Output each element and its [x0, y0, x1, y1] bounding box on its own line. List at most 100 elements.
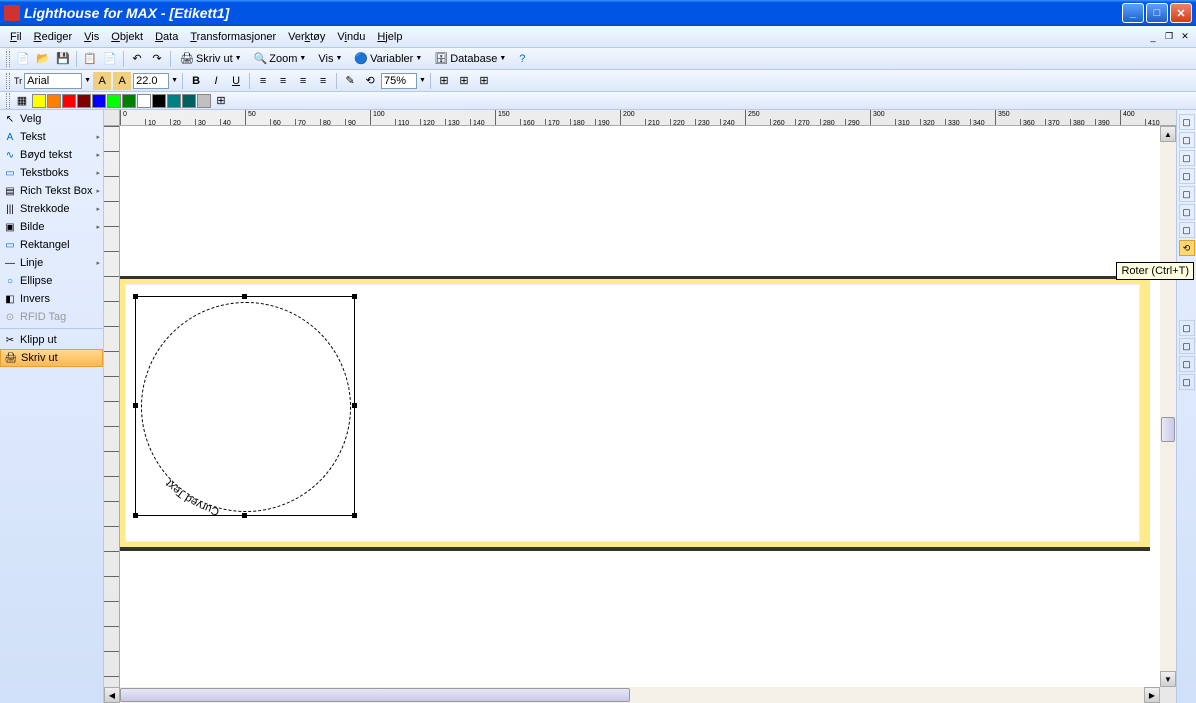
color-green[interactable]	[107, 94, 121, 108]
color-darkgreen[interactable]	[122, 94, 136, 108]
color-orange[interactable]	[47, 94, 61, 108]
menu-objekt[interactable]: Objekt	[105, 29, 149, 45]
tool-print[interactable]: 🖨Skriv ut	[0, 349, 103, 367]
menu-verktoy[interactable]: Verktøy	[282, 29, 331, 45]
underline-button[interactable]: U	[227, 72, 245, 90]
dock-btn-12[interactable]: ▢	[1179, 374, 1195, 390]
dock-btn-6[interactable]: ▢	[1179, 204, 1195, 220]
color-blue[interactable]	[92, 94, 106, 108]
dock-btn-9[interactable]: ▢	[1179, 320, 1195, 336]
menu-vis[interactable]: Vis	[78, 29, 105, 45]
zoom-pct-input[interactable]	[381, 73, 417, 89]
maximize-button[interactable]: □	[1146, 3, 1168, 23]
zoom-dropdown[interactable]: 🔍 Zoom ▼	[249, 50, 312, 67]
align-left-button[interactable]: ≡	[254, 72, 272, 90]
color-teal[interactable]	[167, 94, 181, 108]
tool-image[interactable]: ▣Bilde▸	[0, 218, 103, 236]
color-dteal[interactable]	[182, 94, 196, 108]
new-button[interactable]: 📄	[14, 50, 32, 68]
tool-b-button[interactable]: ⟲	[361, 72, 379, 90]
dropdown-icon[interactable]: ▼	[84, 77, 91, 84]
close-button[interactable]: ✕	[1170, 3, 1192, 23]
dock-btn-10[interactable]: ▢	[1179, 338, 1195, 354]
tool-text[interactable]: ATekst▸	[0, 128, 103, 146]
dropdown-icon[interactable]: ▼	[171, 77, 178, 84]
menu-fil[interactable]: Fil	[4, 29, 28, 45]
tool-barcode[interactable]: |||Strekkode▸	[0, 200, 103, 218]
grid-c-button[interactable]: ⊞	[475, 72, 493, 90]
view-dropdown[interactable]: Vis ▼	[313, 51, 347, 67]
canvas-viewport[interactable]: Curved Text	[120, 126, 1160, 687]
dock-btn-3[interactable]: ▢	[1179, 150, 1195, 166]
tool-a-button[interactable]: ✎	[341, 72, 359, 90]
tool-rectangle[interactable]: ▭Rektangel	[0, 236, 103, 254]
bold-button[interactable]: B	[187, 72, 205, 90]
scroll-up-button[interactable]: ▲	[1160, 126, 1176, 142]
mdi-restore[interactable]: ❐	[1162, 30, 1176, 44]
mdi-minimize[interactable]: _	[1146, 30, 1160, 44]
help-button[interactable]: ?	[513, 50, 531, 68]
selection-box[interactable]: Curved Text	[135, 296, 355, 516]
scroll-thumb-h[interactable]	[120, 688, 630, 702]
scroll-left-button[interactable]: ◀	[104, 687, 120, 703]
dock-btn-1[interactable]: ▢	[1179, 114, 1195, 130]
ruler-vertical[interactable]	[104, 126, 120, 687]
color-darkred[interactable]	[77, 94, 91, 108]
print-dropdown[interactable]: 🖨 Skriv ut ▼	[175, 50, 247, 67]
scroll-right-button[interactable]: ▶	[1144, 687, 1160, 703]
redo-button[interactable]: ↷	[148, 50, 166, 68]
grip[interactable]	[6, 51, 10, 67]
menu-rediger[interactable]: Rediger	[28, 29, 79, 45]
tool-cut[interactable]: ✂Klipp ut	[0, 331, 103, 349]
tool-curved-text[interactable]: ∿Bøyd tekst▸	[0, 146, 103, 164]
color-yellow[interactable]	[32, 94, 46, 108]
color-red[interactable]	[62, 94, 76, 108]
copy-button[interactable]: 📋	[81, 50, 99, 68]
grid-b-button[interactable]: ⊞	[455, 72, 473, 90]
menu-data[interactable]: Data	[149, 29, 184, 45]
dock-btn-11[interactable]: ▢	[1179, 356, 1195, 372]
color-white[interactable]	[137, 94, 151, 108]
dock-btn-5[interactable]: ▢	[1179, 186, 1195, 202]
tool-richtext[interactable]: ▤Rich Tekst Box▸	[0, 182, 103, 200]
mdi-close[interactable]: ✕	[1178, 30, 1192, 44]
save-button[interactable]: 💾	[54, 50, 72, 68]
italic-button[interactable]: I	[207, 72, 225, 90]
font-inc-button[interactable]: A	[113, 72, 131, 90]
palette-more-button[interactable]: ⊞	[212, 92, 230, 110]
menu-vindu[interactable]: Vindu	[331, 29, 371, 45]
dock-btn-rotate[interactable]: ⟲	[1179, 240, 1195, 256]
tool-inverse[interactable]: ◧Invers	[0, 290, 103, 308]
tool-line[interactable]: —Linje▸	[0, 254, 103, 272]
dock-btn-4[interactable]: ▢	[1179, 168, 1195, 184]
align-center-button[interactable]: ≡	[274, 72, 292, 90]
palette-button[interactable]: ▦	[13, 92, 31, 110]
undo-button[interactable]: ↶	[128, 50, 146, 68]
menu-transformasjoner[interactable]: Transformasjoner	[184, 29, 282, 45]
scrollbar-vertical[interactable]: ▲ ▼	[1160, 126, 1176, 687]
tool-ellipse[interactable]: ○Ellipse	[0, 272, 103, 290]
ruler-horizontal[interactable]: 0102030405060708090100110120130140150160…	[120, 110, 1176, 126]
grip[interactable]	[6, 93, 10, 109]
dropdown-icon[interactable]: ▼	[419, 77, 426, 84]
size-input[interactable]	[133, 73, 169, 89]
color-gray[interactable]	[197, 94, 211, 108]
scroll-down-button[interactable]: ▼	[1160, 671, 1176, 687]
align-right-button[interactable]: ≡	[294, 72, 312, 90]
tool-select[interactable]: ↖Velg	[0, 110, 103, 128]
paste-button[interactable]: 📄	[101, 50, 119, 68]
variables-dropdown[interactable]: 🔵 Variabler ▼	[349, 50, 427, 67]
dock-btn-7[interactable]: ▢	[1179, 222, 1195, 238]
open-button[interactable]: 📂	[34, 50, 52, 68]
font-dec-button[interactable]: A	[93, 72, 111, 90]
scroll-thumb-v[interactable]	[1161, 417, 1175, 442]
color-black[interactable]	[152, 94, 166, 108]
dock-btn-2[interactable]: ▢	[1179, 132, 1195, 148]
minimize-button[interactable]: _	[1122, 3, 1144, 23]
grid-a-button[interactable]: ⊞	[435, 72, 453, 90]
scroll-track-h[interactable]	[120, 687, 1144, 703]
align-justify-button[interactable]: ≡	[314, 72, 332, 90]
menu-hjelp[interactable]: Hjelp	[371, 29, 408, 45]
database-dropdown[interactable]: 🗄 Database ▼	[429, 50, 511, 67]
tool-textbox[interactable]: ▭Tekstboks▸	[0, 164, 103, 182]
